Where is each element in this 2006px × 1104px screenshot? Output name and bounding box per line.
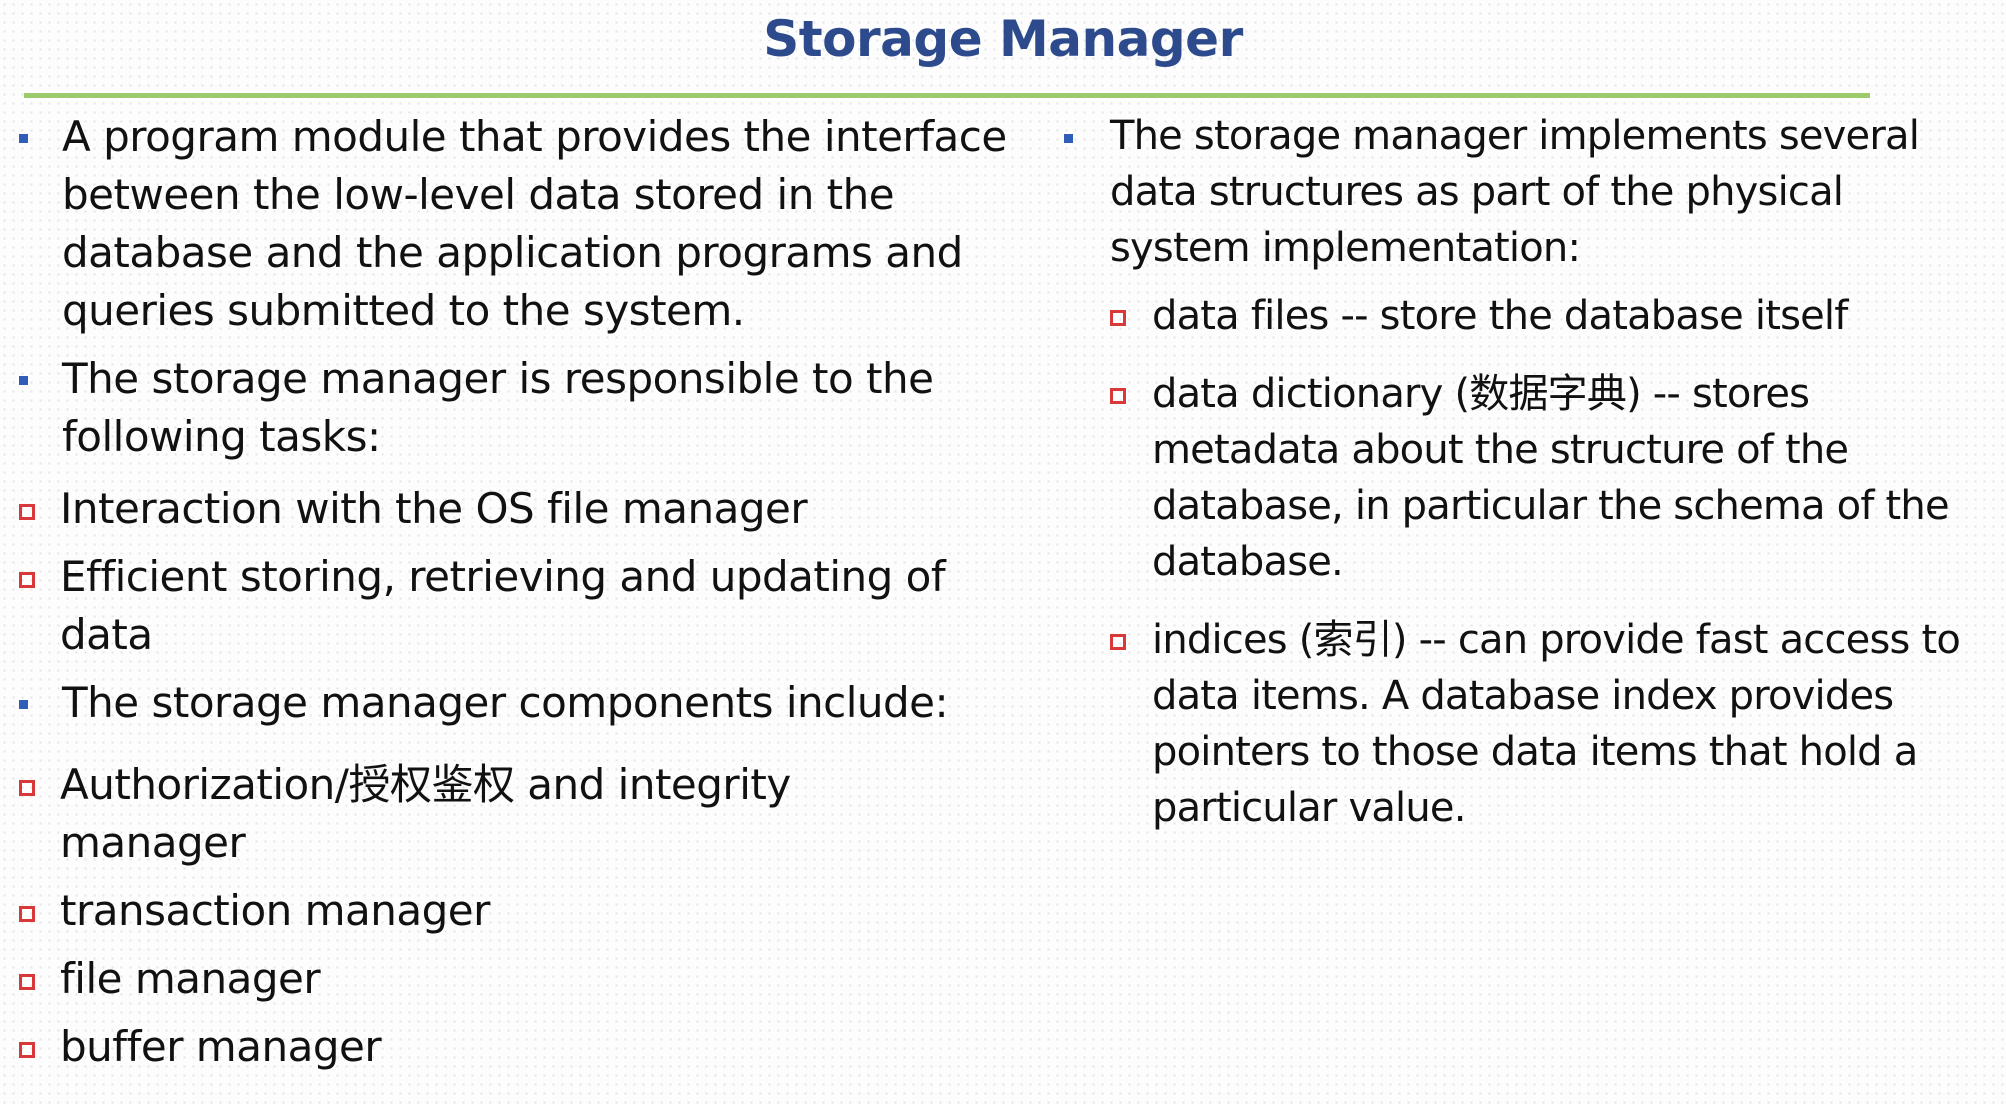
sub-list: Authorization/授权鉴权 and integrity manager…	[0, 756, 1040, 1076]
hollow-square-bullet-icon	[19, 780, 35, 796]
filled-square-bullet-icon	[1064, 134, 1073, 143]
sub-bullet-item: Authorization/授权鉴权 and integrity manager	[0, 756, 1040, 872]
filled-square-bullet-icon	[19, 700, 28, 709]
sub-bullet-text: file manager	[60, 954, 321, 1003]
sub-bullet-item: buffer manager	[0, 1018, 1040, 1076]
sub-list-container: data files -- store the database itself …	[1046, 288, 1996, 836]
sub-list-container: Authorization/授权鉴权 and integrity manager…	[0, 756, 1040, 1076]
bullet-text: The storage manager is responsible to th…	[62, 354, 934, 461]
bullet-text: The storage manager components include:	[62, 678, 949, 727]
hollow-square-bullet-icon	[1110, 634, 1126, 650]
hollow-square-bullet-icon	[19, 572, 35, 588]
hollow-square-bullet-icon	[19, 504, 35, 520]
bullet-item: A program module that provides the inter…	[0, 108, 1040, 340]
filled-square-bullet-icon	[19, 376, 28, 385]
sub-bullet-text: Efficient storing, retrieving and updati…	[60, 552, 946, 659]
sub-bullet-item: data files -- store the database itself	[1092, 288, 1996, 344]
bullet-item: The storage manager components include:	[0, 674, 1040, 732]
sub-list-container: Interaction with the OS file manager Eff…	[0, 480, 1040, 664]
sub-bullet-text: buffer manager	[60, 1022, 382, 1071]
sub-bullet-text: indices (索引) -- can provide fast access …	[1152, 617, 1961, 831]
bullet-text: A program module that provides the inter…	[62, 112, 1007, 335]
sub-list: Interaction with the OS file manager Eff…	[0, 480, 1040, 664]
hollow-square-bullet-icon	[1110, 310, 1126, 326]
sub-bullet-item: Interaction with the OS file manager	[0, 480, 1040, 538]
sub-bullet-text: transaction manager	[60, 886, 490, 935]
sub-bullet-text: Interaction with the OS file manager	[60, 484, 808, 533]
sub-bullet-item: indices (索引) -- can provide fast access …	[1092, 612, 1996, 836]
slide-title: Storage Manager	[763, 10, 1243, 68]
left-column: A program module that provides the inter…	[0, 108, 1040, 1076]
hollow-square-bullet-icon	[19, 974, 35, 990]
sub-bullet-item: Efficient storing, retrieving and updati…	[0, 548, 1040, 664]
sub-list: data files -- store the database itself …	[1046, 288, 1996, 836]
sub-bullet-item: transaction manager	[0, 882, 1040, 940]
right-column: The storage manager implements several d…	[1046, 108, 1996, 836]
sub-bullet-item: data dictionary (数据字典) -- stores metadat…	[1092, 366, 1996, 590]
bullet-item: The storage manager is responsible to th…	[0, 350, 1040, 466]
hollow-square-bullet-icon	[1110, 388, 1126, 404]
sub-bullet-text: data dictionary (数据字典) -- stores metadat…	[1152, 371, 1950, 585]
sub-bullet-text: data files -- store the database itself	[1152, 293, 1848, 339]
bullet-item: The storage manager implements several d…	[1046, 108, 1996, 276]
sub-bullet-item: file manager	[0, 950, 1040, 1008]
sub-bullet-text: Authorization/授权鉴权 and integrity manager	[60, 760, 791, 867]
hollow-square-bullet-icon	[19, 906, 35, 922]
hollow-square-bullet-icon	[19, 1042, 35, 1058]
bullet-text: The storage manager implements several d…	[1110, 113, 1920, 271]
filled-square-bullet-icon	[19, 134, 28, 143]
title-divider	[24, 93, 1870, 98]
